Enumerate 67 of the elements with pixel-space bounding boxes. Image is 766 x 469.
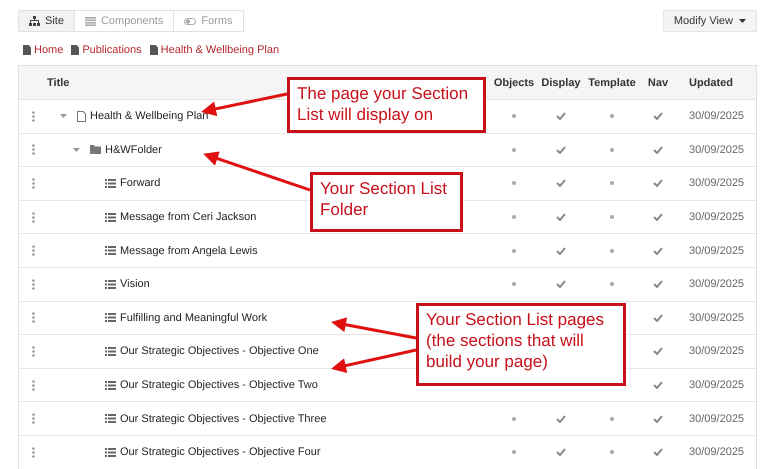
- document-icon: [23, 45, 31, 55]
- breadcrumb-link[interactable]: Health & Wellbeing Plan: [160, 44, 280, 56]
- list-icon: [105, 280, 116, 289]
- callout-note: The page your Section List will display on: [287, 77, 486, 133]
- page-title[interactable]: Fulfilling and Meaningful Work: [120, 312, 268, 324]
- drag-handle-icon[interactable]: [32, 245, 34, 256]
- updated-date: 30/09/2025: [688, 211, 746, 224]
- tab[interactable]: Site: [19, 11, 75, 31]
- document-icon: [71, 45, 80, 55]
- column-header: Template: [587, 76, 637, 88]
- column-header: Nav: [646, 76, 670, 88]
- page-title[interactable]: Our Strategic Objectives - Objective One: [120, 345, 319, 358]
- drag-handle-icon[interactable]: [32, 212, 34, 223]
- column-header: Title: [47, 76, 70, 88]
- page-title[interactable]: Our Strategic Objectives - Objective Four: [120, 446, 321, 458]
- drag-handle-icon[interactable]: [32, 110, 34, 122]
- page-title[interactable]: Vision: [120, 278, 150, 290]
- drag-handle-icon[interactable]: [32, 312, 34, 324]
- updated-date: 30/09/2025: [688, 110, 746, 122]
- drag-handle-icon[interactable]: [32, 413, 34, 424]
- drag-handle-icon[interactable]: [32, 144, 34, 156]
- drag-handle-icon[interactable]: [32, 178, 34, 189]
- column-header: Objects: [492, 76, 536, 88]
- list-icon: [105, 380, 116, 390]
- breadcrumb-link[interactable]: Home: [34, 44, 64, 56]
- updated-date: 30/09/2025: [688, 412, 746, 425]
- page-title[interactable]: Forward: [120, 177, 160, 190]
- caret-icon: [739, 19, 746, 23]
- list-icon: [84, 16, 96, 26]
- document-icon: [150, 45, 158, 55]
- sitemap-icon: [29, 16, 40, 26]
- page-title[interactable]: Our Strategic Objectives - Objective Three: [120, 412, 326, 425]
- updated-date: 30/09/2025: [688, 312, 746, 324]
- list-icon: [105, 246, 116, 256]
- list-icon: [105, 212, 116, 222]
- page-title[interactable]: Message from Angela Lewis: [120, 244, 258, 257]
- updated-date: 30/09/2025: [688, 278, 746, 290]
- list-icon: [105, 346, 116, 356]
- caret-icon[interactable]: [60, 114, 67, 118]
- updated-date: 30/09/2025: [688, 144, 746, 156]
- column-header: Display: [540, 76, 582, 88]
- page-title[interactable]: H&WFolder: [105, 144, 162, 156]
- modify-view-button[interactable]: Modify View: [662, 10, 757, 32]
- breadcrumb-link[interactable]: Publications: [82, 44, 142, 56]
- updated-date: 30/09/2025: [688, 446, 746, 458]
- drag-handle-icon[interactable]: [32, 346, 34, 357]
- updated-date: 30/09/2025: [688, 177, 746, 190]
- drag-handle-icon[interactable]: [32, 446, 34, 458]
- list-icon: [105, 178, 116, 188]
- list-icon: [105, 313, 116, 322]
- drag-handle-icon[interactable]: [32, 380, 34, 391]
- list-icon: [105, 414, 116, 424]
- page-title[interactable]: Our Strategic Objectives - Objective Two: [120, 379, 318, 392]
- column-header: Updated: [688, 76, 734, 88]
- page-icon: [77, 110, 86, 122]
- page-title[interactable]: Message from Ceri Jackson: [120, 211, 256, 224]
- toggle-icon: [184, 18, 196, 24]
- page-title[interactable]: Health & Wellbeing Plan: [90, 110, 208, 122]
- updated-date: 30/09/2025: [688, 244, 746, 257]
- drag-handle-icon[interactable]: [32, 278, 34, 290]
- caret-icon[interactable]: [73, 148, 80, 152]
- updated-date: 30/09/2025: [688, 345, 746, 358]
- list-icon: [105, 448, 116, 457]
- folder-icon: [90, 145, 101, 154]
- updated-date: 30/09/2025: [688, 379, 746, 392]
- callout-note: Your Section List Folder: [310, 172, 463, 232]
- callout-note: Your Section List pages (the sections that will build your page): [416, 303, 626, 386]
